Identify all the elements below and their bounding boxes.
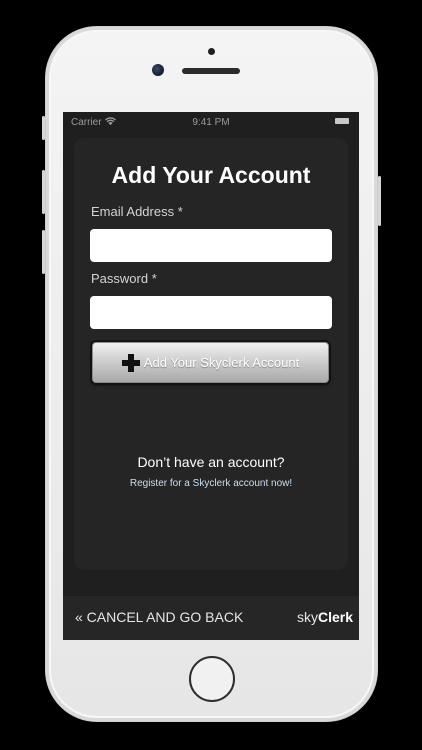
logo-light-text: sky [296,609,318,625]
email-field[interactable] [90,229,332,262]
password-field[interactable] [90,296,332,329]
front-camera [152,64,164,76]
password-label: Password * [91,271,157,286]
add-account-button-label: Add Your Skyclerk Account [143,355,300,370]
power-button [378,176,381,226]
cancel-back-button[interactable]: « CANCEL AND GO BACK [75,609,243,625]
signup-prompt: Don’t have an account? [137,454,285,470]
battery-icon [335,118,349,124]
status-bar: Carrier 9:41 PM [63,112,359,132]
volume-up-button [42,170,45,214]
plus-icon [121,353,140,372]
status-time: 9:41 PM [192,117,230,128]
add-account-button[interactable]: Add Your Skyclerk Account [92,342,329,383]
email-label: Email Address * [91,204,183,219]
register-link[interactable]: Register for a Skyclerk account now! [74,478,348,489]
page-title: Add Your Account [111,162,311,188]
bottom-bar: « CANCEL AND GO BACK skyClerk [63,596,359,640]
silent-switch [42,116,45,140]
earpiece-speaker [182,68,240,74]
skyclerk-logo: skyClerk [297,609,353,625]
volume-down-button [42,230,45,274]
proximity-sensor [208,48,215,55]
app-screen: Carrier 9:41 PM Add Your Account Email A… [63,112,359,640]
home-button[interactable] [189,656,235,702]
logo-bold-text: Clerk [317,609,353,625]
account-card: Add Your Account Email Address * Passwor… [74,138,348,570]
